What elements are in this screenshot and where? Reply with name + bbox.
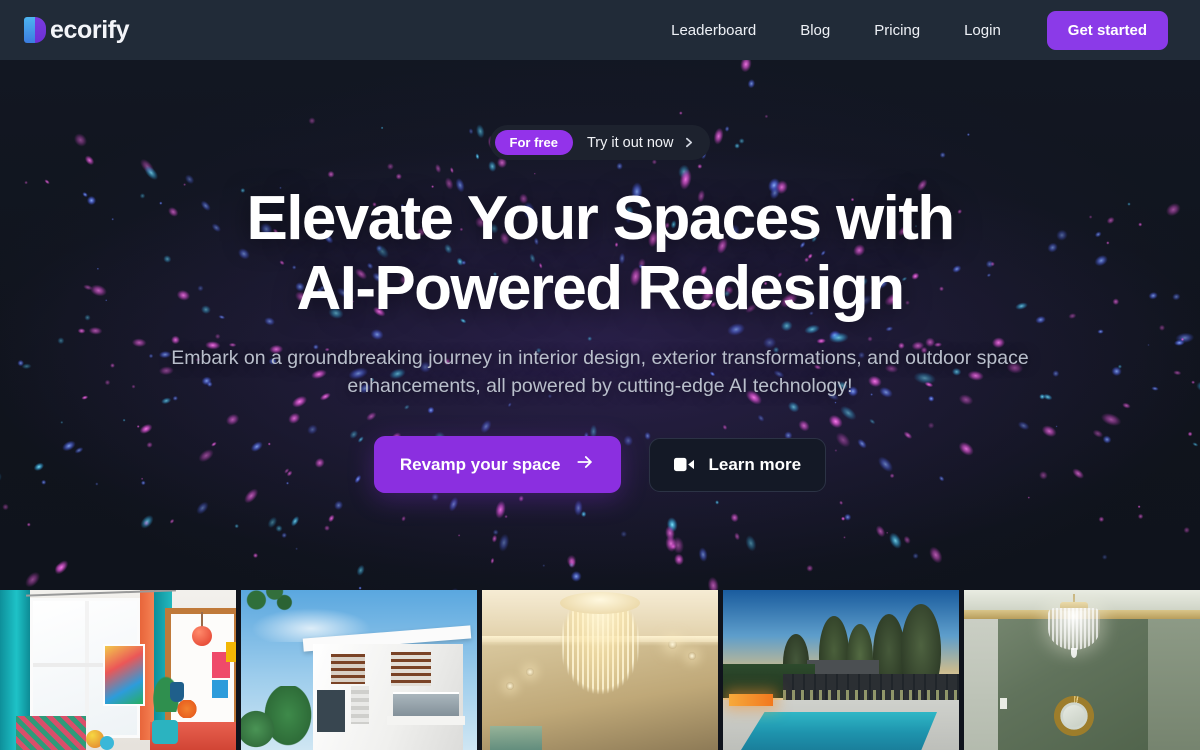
nav-link-leaderboard[interactable]: Leaderboard	[649, 14, 778, 47]
arrow-right-icon	[575, 452, 595, 477]
chevron-right-icon	[682, 136, 703, 149]
gallery-tile-modern-house-exterior[interactable]	[241, 590, 477, 750]
image-gallery-strip	[0, 590, 1200, 750]
gallery-tile-green-room-chandelier[interactable]	[964, 590, 1200, 750]
nav-link-blog[interactable]: Blog	[778, 14, 852, 47]
announcement-pill[interactable]: For free Try it out now	[489, 125, 711, 160]
subtitle-line-1: Embark on a groundbreaking journey in in…	[171, 347, 972, 369]
brand-logo[interactable]: ecorify	[24, 15, 130, 44]
learn-more-label: Learn more	[708, 454, 802, 474]
gallery-tile-colorful-living-room[interactable]	[0, 590, 236, 750]
nav-link-login[interactable]: Login	[942, 14, 1023, 47]
landing-page: ecorify Leaderboard Blog Pricing Login G…	[0, 0, 1200, 750]
learn-more-button[interactable]: Learn more	[648, 437, 827, 492]
pill-text: Try it out now	[586, 134, 674, 151]
nav-link-pricing[interactable]: Pricing	[852, 14, 942, 47]
site-header: ecorify Leaderboard Blog Pricing Login G…	[0, 0, 1200, 60]
gallery-tile-backyard-pool[interactable]	[723, 590, 959, 750]
revamp-button-label: Revamp your space	[399, 454, 561, 474]
headline-line-1: Elevate Your Spaces with	[246, 184, 955, 253]
hero-headline: Elevate Your Spaces with AI-Powered Rede…	[246, 188, 955, 323]
main-navigation: Leaderboard Blog Pricing Login Get start…	[649, 10, 1168, 50]
hero-subtitle: Embark on a groundbreaking journey in in…	[130, 344, 1070, 400]
headline-line-2: AI-Powered Redesign	[296, 254, 906, 323]
get-started-button[interactable]: Get started	[1046, 10, 1168, 50]
gallery-tile-crystal-chandelier-ceiling[interactable]	[482, 590, 718, 750]
brand-name: ecorify	[50, 15, 130, 44]
revamp-your-space-button[interactable]: Revamp your space	[373, 436, 621, 494]
hero-section: For free Try it out now Elevate Your Spa…	[0, 60, 1200, 590]
video-camera-icon	[673, 457, 694, 472]
hero-content: For free Try it out now Elevate Your Spa…	[0, 60, 1200, 494]
decorify-d-logo-icon	[24, 17, 46, 43]
pill-badge-for-free: For free	[494, 130, 573, 155]
hero-cta-row: Revamp your space Learn more	[373, 436, 827, 494]
